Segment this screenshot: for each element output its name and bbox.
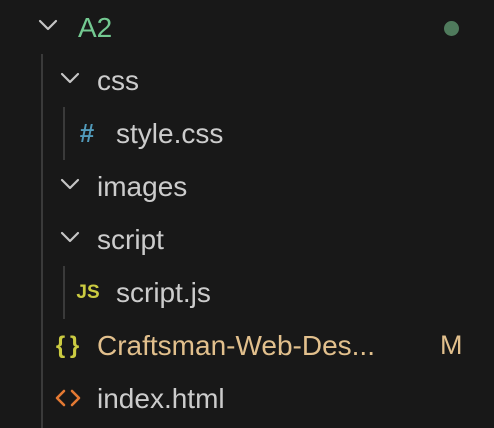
tree-file-craftsman-json[interactable]: { } Craftsman-Web-Des... M: [0, 319, 494, 372]
tree-folder-images[interactable]: images: [0, 160, 494, 213]
chevron-down-icon: [60, 178, 80, 190]
css-file-icon: #: [79, 118, 95, 148]
modified-dot-icon: [444, 21, 459, 36]
tree-folder-css[interactable]: css: [0, 54, 494, 107]
tree-file-index-html[interactable]: index.html: [0, 372, 494, 425]
file-label: style.css: [116, 118, 224, 149]
js-file-icon: JS: [76, 282, 100, 303]
tree-file-style-css[interactable]: # style.css: [0, 107, 494, 160]
root-folder-label: A2: [78, 12, 113, 43]
chevron-down-icon: [60, 231, 80, 243]
folder-label: script: [97, 224, 164, 255]
chevron-down-icon: [60, 72, 80, 84]
folder-label: images: [97, 171, 188, 202]
file-label: Craftsman-Web-Des...: [97, 330, 375, 361]
json-file-icon: { }: [55, 332, 79, 359]
file-explorer-tree: A2 css # style.css images script JS scri…: [0, 0, 494, 428]
modified-badge: M: [440, 330, 463, 360]
file-label: index.html: [97, 383, 225, 414]
tree-root-folder-a2[interactable]: A2: [0, 1, 494, 54]
chevron-down-icon: [38, 19, 58, 31]
tree-folder-script[interactable]: script: [0, 213, 494, 266]
folder-label: css: [97, 65, 139, 96]
tree-file-script-js[interactable]: JS script.js: [0, 266, 494, 319]
file-label: script.js: [116, 277, 211, 308]
html-file-icon: [55, 389, 81, 407]
